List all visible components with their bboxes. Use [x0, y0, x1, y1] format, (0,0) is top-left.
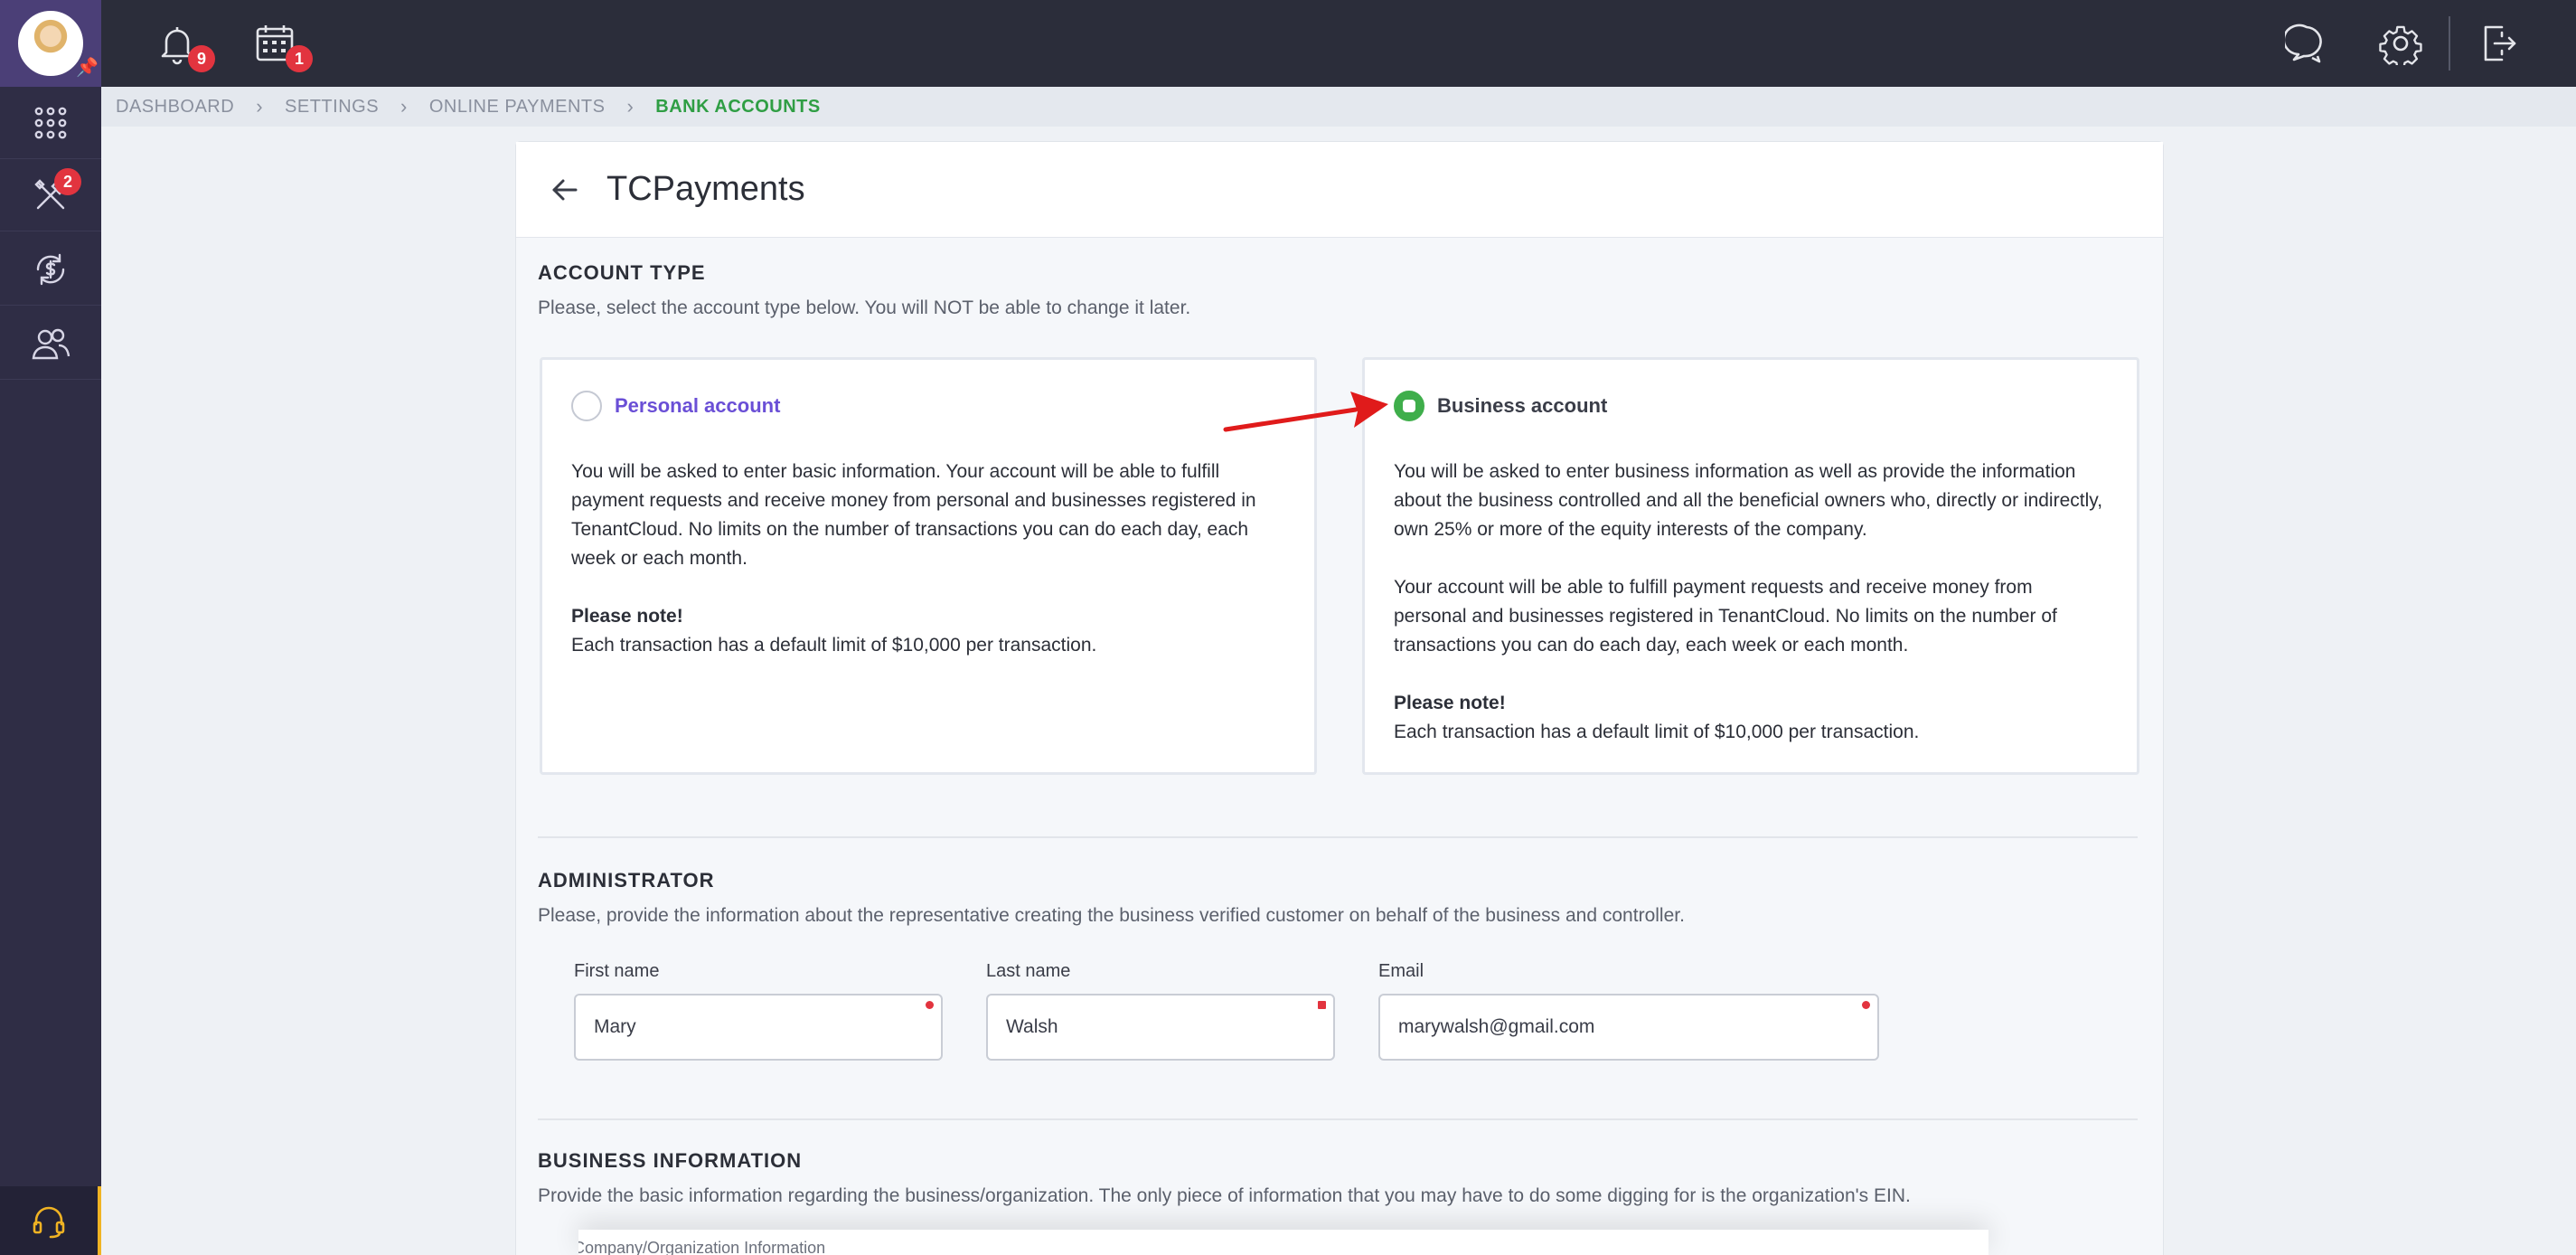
- breadcrumb-dashboard[interactable]: DASHBOARD: [116, 97, 234, 118]
- business-note-title: Please note!: [1394, 693, 1506, 713]
- top-bar: 9 1: [101, 0, 2576, 87]
- logout-icon: [2484, 25, 2516, 61]
- personal-account-option[interactable]: Personal account You will be asked to en…: [540, 357, 1317, 775]
- calendar-badge: 1: [286, 45, 313, 72]
- chevron-right-icon: ›: [256, 95, 264, 118]
- pin-icon[interactable]: 📌: [76, 56, 99, 79]
- business-account-text-2: Your account will be able to fulfill pay…: [1394, 577, 2057, 656]
- personal-note-title: Please note!: [571, 606, 683, 627]
- gear-icon: [2379, 25, 2422, 65]
- support-button[interactable]: [0, 1186, 101, 1255]
- money-cycle-icon: [36, 253, 65, 285]
- card-header: TCPayments: [516, 142, 2163, 238]
- page-title: TCPayments: [606, 170, 805, 208]
- business-account-label[interactable]: Business account: [1437, 394, 1607, 418]
- required-indicator: [926, 1001, 934, 1009]
- company-information-label: Company/Organization Information: [578, 1239, 826, 1255]
- avatar-area[interactable]: 📌: [0, 0, 101, 87]
- account-type-title: ACCOUNT TYPE: [538, 261, 706, 284]
- business-information-title: BUSINESS INFORMATION: [538, 1149, 803, 1172]
- business-account-text-1: You will be asked to enter business info…: [1394, 461, 2103, 540]
- first-name-field[interactable]: Mary: [574, 994, 943, 1061]
- company-information-panel: Company/Organization Information: [578, 1230, 1988, 1255]
- breadcrumb-settings[interactable]: SETTINGS: [285, 97, 379, 118]
- notifications-badge: 9: [188, 45, 215, 72]
- tools-badge: 2: [54, 168, 81, 195]
- back-arrow-icon[interactable]: [549, 174, 581, 206]
- personal-account-radio[interactable]: [571, 391, 602, 421]
- administrator-description: Please, provide the information about th…: [538, 905, 1685, 926]
- breadcrumb: DASHBOARD › SETTINGS › ONLINE PAYMENTS ›…: [101, 87, 2576, 127]
- business-information-section: BUSINESS INFORMATION Provide the basic i…: [538, 1149, 2138, 1207]
- sidebar-item-maintenance[interactable]: 2: [0, 159, 101, 231]
- first-name-label: First name: [574, 961, 660, 981]
- email-field[interactable]: marywalsh@gmail.com: [1378, 994, 1879, 1061]
- sidebar-item-apps[interactable]: [0, 87, 101, 159]
- business-account-option[interactable]: Business account You will be asked to en…: [1362, 357, 2139, 775]
- personal-account-text: You will be asked to enter basic informa…: [571, 461, 1256, 569]
- account-type-description: Please, select the account type below. Y…: [538, 297, 1191, 318]
- last-name-value: Walsh: [1006, 1016, 1058, 1037]
- chevron-right-icon: ›: [400, 95, 408, 118]
- sidebar-item-payments[interactable]: [0, 233, 101, 306]
- users-icon: [32, 328, 71, 359]
- administrator-section: ADMINISTRATOR Please, provide the inform…: [538, 869, 2138, 927]
- avatar[interactable]: [18, 11, 83, 76]
- administrator-title: ADMINISTRATOR: [538, 869, 715, 892]
- account-type-section: ACCOUNT TYPE Please, select the account …: [538, 261, 2138, 319]
- last-name-field[interactable]: Walsh: [986, 994, 1335, 1061]
- email-label: Email: [1378, 961, 1424, 981]
- section-divider: [538, 1118, 2138, 1120]
- calendar-button[interactable]: 1: [249, 18, 313, 72]
- topbar-divider: [2449, 16, 2450, 71]
- chat-button[interactable]: [2281, 18, 2332, 69]
- breadcrumb-bank-accounts: BANK ACCOUNTS: [655, 96, 821, 117]
- annotation-arrow-icon: [1223, 392, 1388, 432]
- notifications-button[interactable]: 9: [152, 18, 215, 72]
- personal-account-label[interactable]: Personal account: [615, 394, 780, 418]
- section-divider: [538, 836, 2138, 838]
- apps-grid-icon: [34, 107, 67, 138]
- sidebar: 📌 2: [0, 0, 101, 1255]
- required-indicator: [1862, 1001, 1870, 1009]
- business-information-description: Provide the basic information regarding …: [538, 1185, 1911, 1206]
- last-name-label: Last name: [986, 961, 1071, 981]
- headset-icon: [33, 1206, 65, 1239]
- email-value: marywalsh@gmail.com: [1398, 1016, 1595, 1037]
- first-name-value: Mary: [594, 1016, 636, 1037]
- breadcrumb-online-payments[interactable]: ONLINE PAYMENTS: [429, 97, 606, 118]
- settings-button[interactable]: [2375, 18, 2426, 69]
- logout-button[interactable]: [2473, 18, 2524, 69]
- business-note: Each transaction has a default limit of …: [1394, 722, 1920, 742]
- chat-icon: [2285, 24, 2322, 63]
- chevron-right-icon: ›: [626, 95, 635, 118]
- required-indicator: [1318, 1001, 1326, 1009]
- personal-note: Each transaction has a default limit of …: [571, 635, 1097, 656]
- main-card: TCPayments ACCOUNT TYPE Please, select t…: [515, 141, 2164, 1255]
- sidebar-item-contacts[interactable]: [0, 307, 101, 380]
